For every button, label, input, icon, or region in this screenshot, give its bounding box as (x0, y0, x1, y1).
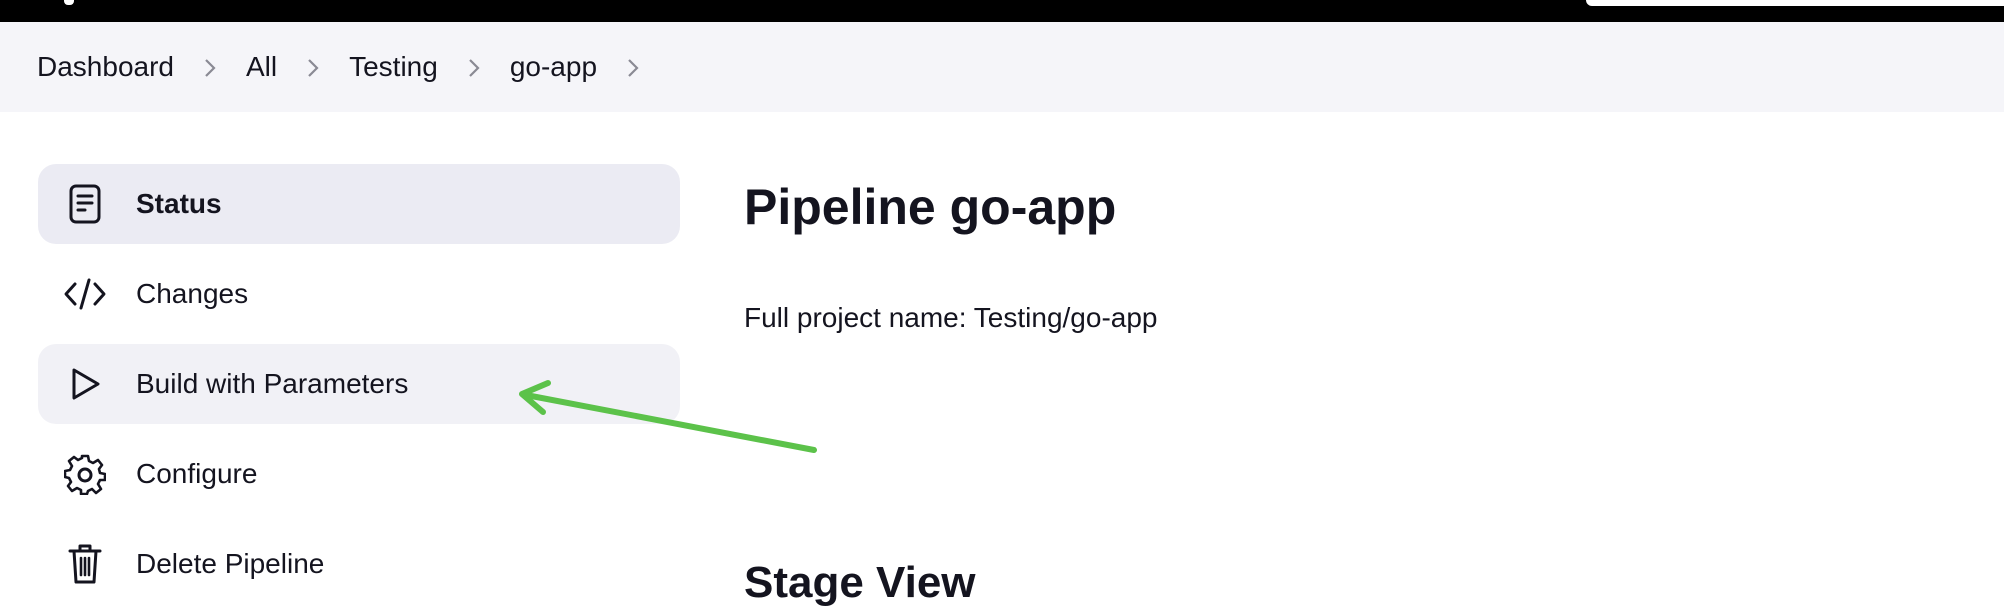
top-header (0, 0, 2004, 22)
sidebar-item-changes[interactable]: Changes (38, 254, 680, 334)
chevron-right-icon[interactable] (174, 53, 246, 81)
trash-icon (63, 542, 107, 586)
page-title: Pipeline go-app (744, 179, 1117, 235)
breadcrumb: Dashboard All Testing go-app (37, 51, 669, 83)
sidebar-item-build-with-parameters[interactable]: Build with Parameters (38, 344, 680, 424)
sidebar-item-label: Delete Pipeline (136, 548, 325, 579)
sidebar-item-label: Build with Parameters (136, 368, 409, 399)
breadcrumb-dashboard[interactable]: Dashboard (37, 51, 174, 83)
chevron-right-icon[interactable] (438, 53, 510, 81)
search-box[interactable] (1586, 0, 2004, 6)
sidebar-item-label: Changes (136, 278, 249, 309)
chevron-right-icon[interactable] (597, 53, 669, 81)
breadcrumb-bar: Dashboard All Testing go-app (0, 22, 2004, 112)
full-project-name: Full project name: Testing/go-app (744, 302, 1158, 333)
jenkins-logo[interactable] (64, 0, 74, 5)
sidebar-tasks: Status Changes Build with Parameters Con… (38, 164, 680, 614)
chevron-right-icon[interactable] (277, 53, 349, 81)
breadcrumb-all[interactable]: All (246, 51, 277, 83)
gear-icon (63, 452, 107, 496)
sidebar-item-configure[interactable]: Configure (38, 434, 680, 514)
stage-view-heading: Stage View (744, 558, 976, 607)
breadcrumb-testing[interactable]: Testing (349, 51, 438, 83)
sidebar-item-delete-pipeline[interactable]: Delete Pipeline (38, 524, 680, 604)
breadcrumb-go-app[interactable]: go-app (510, 51, 597, 83)
sidebar-item-status[interactable]: Status (38, 164, 680, 244)
play-icon (63, 362, 107, 406)
sidebar-item-label: Status (136, 188, 222, 219)
document-icon (63, 182, 107, 226)
sidebar-item-label: Configure (136, 458, 258, 489)
code-icon (63, 272, 107, 316)
